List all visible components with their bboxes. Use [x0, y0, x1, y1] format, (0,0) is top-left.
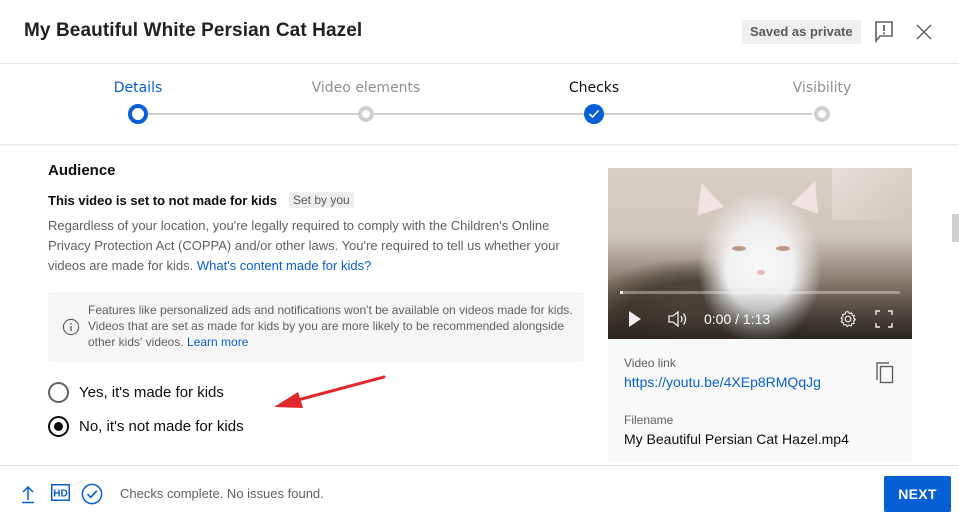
video-thumbnail-detail	[688, 178, 724, 216]
step-done-check-icon	[584, 104, 604, 124]
close-icon	[916, 24, 932, 40]
video-link[interactable]: https://youtu.be/4XEp8RMQqJg	[624, 374, 821, 390]
fullscreen-button[interactable]	[873, 308, 895, 330]
step-pending-dot-icon	[358, 106, 374, 122]
video-progress-fill	[620, 291, 623, 294]
step-label: Details	[113, 80, 163, 96]
checks-status-text: Checks complete. No issues found.	[120, 486, 324, 501]
check-circle-icon	[81, 483, 103, 505]
video-player[interactable]: 0:00 / 1:13	[608, 168, 912, 339]
radio-label: Yes, it's made for kids	[79, 384, 224, 401]
radio-label: No, it's not made for kids	[79, 418, 244, 435]
hd-status-button[interactable]: HD	[50, 482, 70, 502]
filename-label: Filename	[624, 413, 674, 427]
next-button[interactable]: NEXT	[884, 476, 951, 512]
close-button[interactable]	[912, 20, 936, 44]
video-thumbnail-detail	[757, 270, 765, 275]
radio-checked-icon[interactable]	[48, 416, 69, 437]
gear-icon	[840, 310, 857, 328]
info-text-body: Features like personalized ads and notif…	[88, 303, 573, 349]
svg-text:HD: HD	[53, 488, 67, 499]
info-icon	[62, 318, 80, 336]
upload-arrow-icon	[22, 485, 34, 504]
upload-stepper: Details Video elements Checks Visibility	[0, 65, 959, 145]
video-thumbnail-detail	[732, 246, 746, 251]
radio-made-for-kids-yes[interactable]: Yes, it's made for kids	[48, 382, 224, 403]
audience-heading: Audience	[48, 162, 116, 179]
copy-link-button[interactable]	[874, 361, 896, 385]
set-by-badge: Set by you	[289, 192, 354, 208]
info-text: Features like personalized ads and notif…	[88, 302, 578, 350]
step-label: Checks	[568, 80, 620, 96]
stepper-connector	[148, 113, 812, 115]
radio-unchecked-icon[interactable]	[48, 382, 69, 403]
audience-status-text: This video is set to not made for kids	[48, 192, 277, 208]
dialog-title: My Beautiful White Persian Cat Hazel	[24, 20, 363, 41]
coppa-description: Regardless of your location, you're lega…	[48, 216, 578, 276]
feedback-button[interactable]	[872, 19, 896, 45]
video-time-display: 0:00 / 1:13	[704, 311, 771, 327]
saved-status-badge: Saved as private	[742, 20, 861, 44]
content-made-for-kids-link[interactable]: What's content made for kids?	[197, 258, 371, 273]
radio-made-for-kids-no[interactable]: No, it's not made for kids	[48, 416, 244, 437]
dialog-footer: HD Checks complete. No issues found. NEX…	[0, 465, 959, 517]
checks-status-button[interactable]	[80, 482, 104, 506]
video-link-label: Video link	[624, 356, 676, 370]
video-thumbnail-detail	[776, 246, 790, 251]
fullscreen-icon	[875, 310, 893, 328]
step-pending-dot-icon	[814, 106, 830, 122]
filename-value: My Beautiful Persian Cat Hazel.mp4	[624, 431, 849, 447]
dialog-header: My Beautiful White Persian Cat Hazel Sav…	[0, 0, 959, 64]
audience-status: This video is set to not made for kids S…	[48, 192, 354, 208]
step-label: Video elements	[311, 80, 421, 96]
step-label: Visibility	[792, 80, 852, 96]
volume-button[interactable]	[666, 308, 690, 330]
video-thumbnail-detail	[791, 176, 829, 214]
learn-more-link[interactable]: Learn more	[187, 335, 248, 349]
volume-icon	[668, 310, 687, 328]
play-button[interactable]	[626, 308, 644, 330]
video-preview-card: 0:00 / 1:13 Video link https://youtu.be/…	[608, 168, 912, 462]
made-for-kids-info-box: Features like personalized ads and notif…	[48, 292, 584, 362]
red-annotation-arrow-icon	[274, 375, 386, 408]
video-progress-bar[interactable]	[620, 291, 900, 294]
play-icon	[629, 311, 641, 327]
hd-icon: HD	[50, 483, 70, 501]
upload-status-button[interactable]	[18, 482, 38, 506]
step-active-dot-icon	[128, 104, 148, 124]
scrollbar-thumb[interactable]	[952, 214, 959, 242]
settings-button[interactable]	[837, 308, 859, 330]
feedback-exclamation-icon	[875, 21, 893, 44]
copy-icon	[876, 362, 894, 384]
video-thumbnail-background	[832, 168, 912, 220]
